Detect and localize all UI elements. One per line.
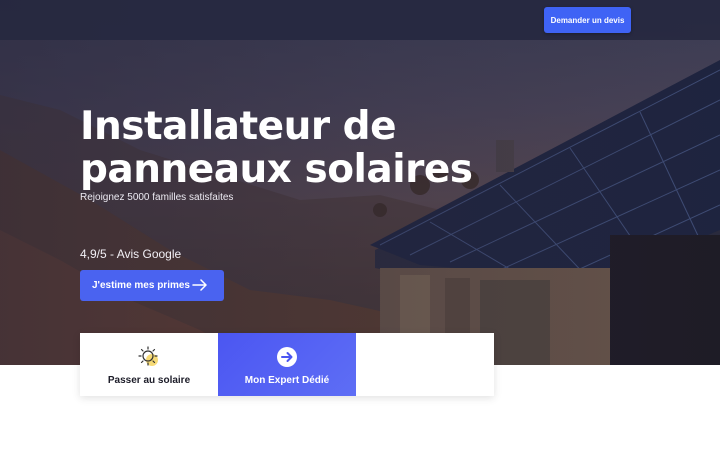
card-go-solar[interactable]: Passer au solaire <box>80 333 218 396</box>
page-title: Installateur de panneaux solaires <box>80 104 473 192</box>
card-dedicated-expert-label: Mon Expert Dédié <box>244 375 330 386</box>
estimate-grants-label: J'estime mes primes <box>92 280 190 291</box>
request-quote-button[interactable]: Demander un devis <box>544 7 631 33</box>
sun-icon <box>138 346 158 366</box>
estimate-grants-button[interactable]: J'estime mes primes <box>80 270 224 301</box>
card-third[interactable] <box>356 333 494 396</box>
feature-cards: Passer au solaire Mon Expert Dédié <box>80 333 494 396</box>
google-rating: 4,9/5 - Avis Google <box>80 247 182 261</box>
hero-subtitle: Rejoignez 5000 familles satisfaites <box>80 192 234 203</box>
top-navigation-bar: Demander un devis <box>0 0 720 40</box>
arrow-circle-icon <box>277 347 297 367</box>
page: Demander un devis Installateur de pannea… <box>0 0 720 450</box>
arrow-right-icon <box>192 279 207 291</box>
card-dedicated-expert[interactable]: Mon Expert Dédié <box>218 333 356 396</box>
card-go-solar-label: Passer au solaire <box>107 375 191 386</box>
